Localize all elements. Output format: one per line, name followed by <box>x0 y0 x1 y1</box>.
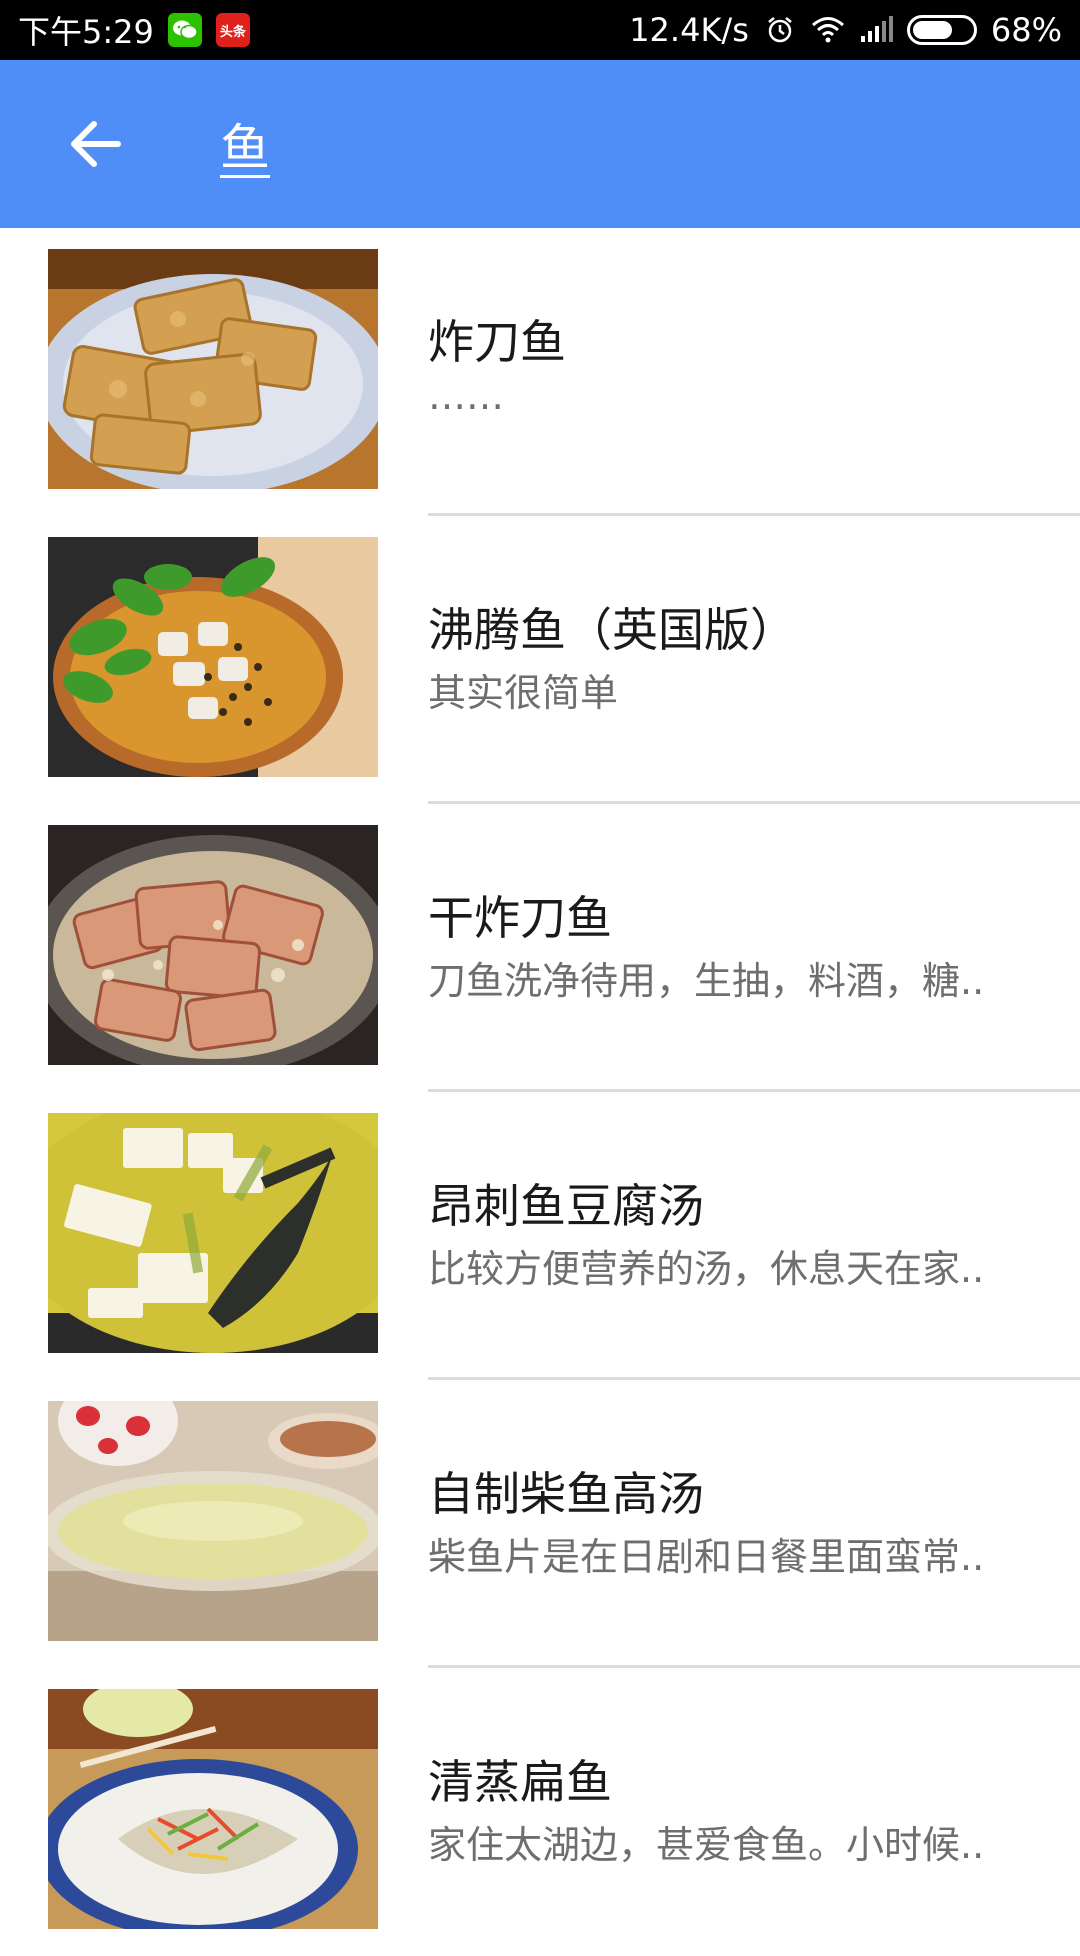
list-item[interactable]: 清蒸扁鱼 家住太湖边，甚爱食鱼。小时候.. <box>0 1668 1080 1956</box>
list-item[interactable]: 自制柴鱼高汤 柴鱼片是在日剧和日餐里面蛮常.. <box>0 1380 1080 1668</box>
toutiao-icon: 头条 <box>215 13 250 47</box>
recipe-title: 干炸刀鱼 <box>428 891 612 945</box>
battery-percent: 68% <box>990 11 1062 49</box>
status-bar: 下午5:29 头条 12.4K/s 68% <box>0 0 1080 60</box>
recipe-text: 自制柴鱼高汤 柴鱼片是在日剧和日餐里面蛮常.. <box>428 1380 1048 1668</box>
recipe-title: 清蒸扁鱼 <box>428 1755 612 1809</box>
recipe-description: 柴鱼片是在日剧和日餐里面蛮常.. <box>428 1535 985 1579</box>
list-item[interactable]: 沸腾鱼（英国版） 其实很简单 <box>0 516 1080 804</box>
recipe-text: 沸腾鱼（英国版） 其实很简单 <box>428 516 1048 804</box>
recipe-text: 干炸刀鱼 刀鱼洗净待用，生抽，料酒，糖.. <box>428 804 1048 1092</box>
app-bar: 鱼 <box>0 60 1080 228</box>
recipe-text: 清蒸扁鱼 家住太湖边，甚爱食鱼。小时候.. <box>428 1668 1048 1956</box>
network-speed: 12.4K/s <box>629 11 749 49</box>
recipe-thumbnail <box>48 1689 378 1929</box>
battery-icon <box>906 15 977 45</box>
recipe-description: 家住太湖边，甚爱食鱼。小时候.. <box>428 1823 985 1867</box>
list-item[interactable]: 炸刀鱼 …… <box>0 228 1080 516</box>
recipe-title: 沸腾鱼（英国版） <box>428 603 796 657</box>
recipe-thumbnail <box>48 249 378 489</box>
recipe-thumbnail <box>48 825 378 1065</box>
list-item[interactable]: 干炸刀鱼 刀鱼洗净待用，生抽，料酒，糖.. <box>0 804 1080 1092</box>
recipe-description: …… <box>428 374 504 418</box>
recipe-title: 昂刺鱼豆腐汤 <box>428 1179 704 1233</box>
recipe-description: 其实很简单 <box>428 671 619 715</box>
recipe-description: 比较方便营养的汤，休息天在家.. <box>428 1247 985 1291</box>
arrow-left-icon <box>71 121 121 167</box>
recipe-list: 炸刀鱼 …… 沸腾鱼（英国版） 其实很简单 干炸刀鱼 刀鱼洗净待用，生抽，料酒，… <box>0 228 1080 1956</box>
list-item[interactable]: 昂刺鱼豆腐汤 比较方便营养的汤，休息天在家.. <box>0 1092 1080 1380</box>
back-button[interactable] <box>60 109 130 179</box>
recipe-thumbnail <box>48 1401 378 1641</box>
recipe-title: 自制柴鱼高汤 <box>428 1467 704 1521</box>
recipe-text: 昂刺鱼豆腐汤 比较方便营养的汤，休息天在家.. <box>428 1092 1048 1380</box>
page-title: 鱼 <box>220 119 270 177</box>
status-right: 12.4K/s 68% <box>629 11 1062 49</box>
wifi-icon <box>811 13 845 47</box>
recipe-text: 炸刀鱼 …… <box>428 228 1048 516</box>
recipe-title: 炸刀鱼 <box>428 315 566 369</box>
alarm-icon <box>763 13 797 47</box>
recipe-description: 刀鱼洗净待用，生抽，料酒，糖.. <box>428 959 985 1003</box>
toutiao-label: 头条 <box>219 24 246 40</box>
status-time: 下午5:29 <box>18 13 154 51</box>
recipe-thumbnail <box>48 537 378 777</box>
signal-icon <box>859 13 893 47</box>
status-left: 下午5:29 头条 <box>18 7 250 53</box>
battery-fill <box>912 21 953 39</box>
recipe-thumbnail <box>48 1113 378 1353</box>
wechat-icon <box>167 13 202 47</box>
